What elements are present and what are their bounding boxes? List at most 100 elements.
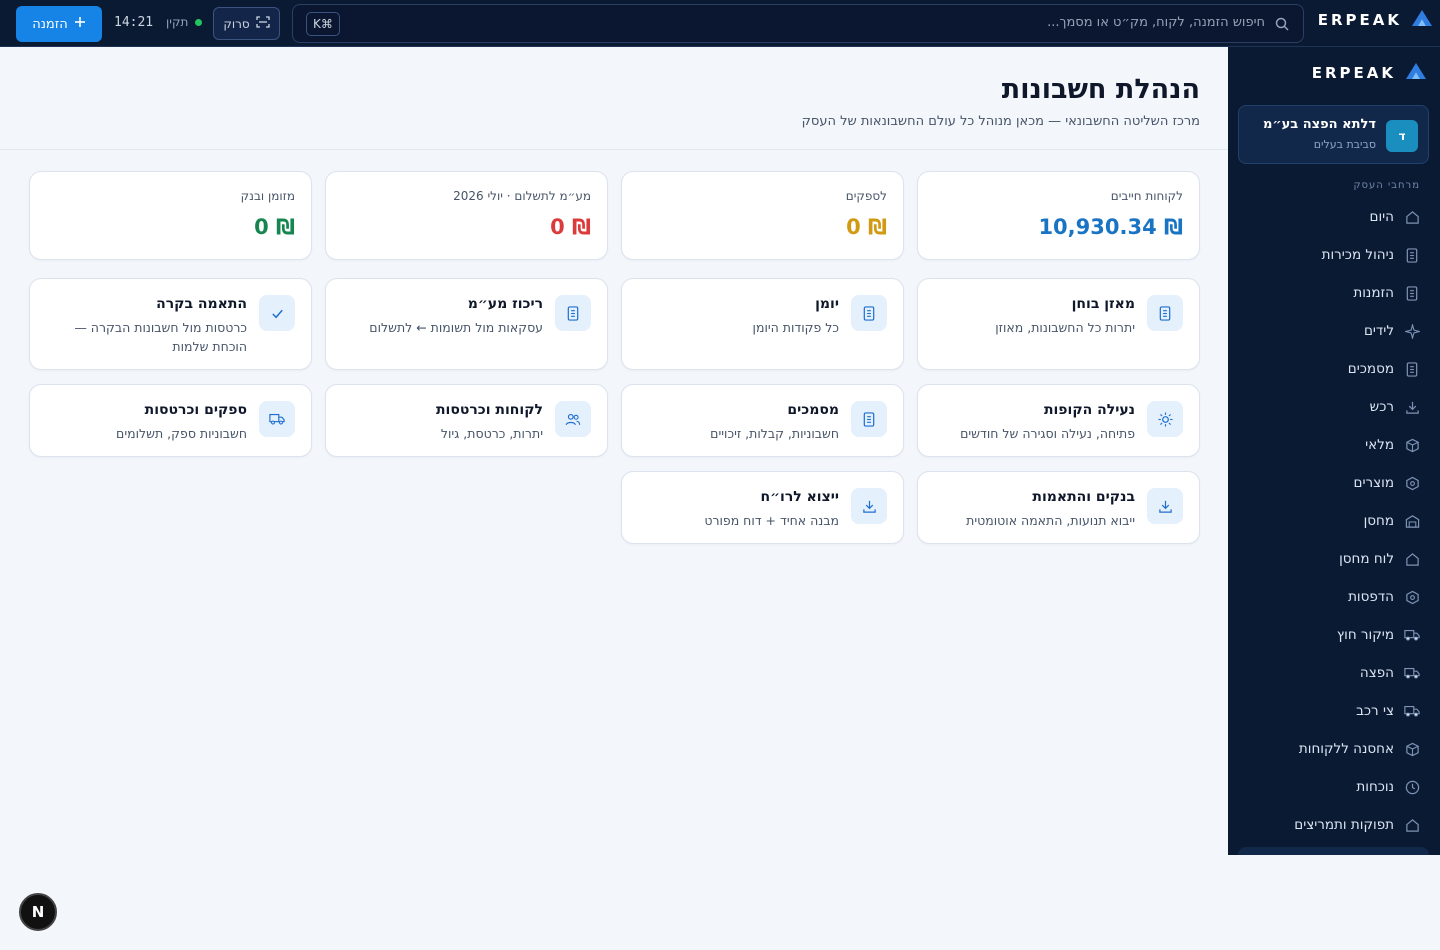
module-description: יתרות כל החשבונות, מאוזן bbox=[995, 320, 1135, 335]
module-title: ספקים וכרטסות bbox=[144, 402, 247, 418]
sparkle-icon bbox=[1404, 323, 1420, 339]
page-subtitle: מרכז השליטה החשבונאי — מכאן מנוהל כל עול… bbox=[801, 114, 1200, 129]
module-card[interactable]: נעילה הקופות פתיחה, נעילה וסגירה של חודשי… bbox=[917, 384, 1200, 457]
module-description: חשבוניות ספק, תשלומים bbox=[116, 426, 247, 441]
sidebar-item[interactable]: היום bbox=[1228, 198, 1440, 236]
sidebar-item[interactable]: תפוקות ותמריצים bbox=[1228, 806, 1440, 844]
sidebar-item[interactable]: רכש bbox=[1228, 388, 1440, 426]
status-indicator: תקין bbox=[166, 15, 203, 29]
module-title: בנקים והתאמות bbox=[1032, 489, 1135, 505]
next-dev-button[interactable]: N bbox=[19, 893, 57, 931]
box-icon bbox=[1404, 437, 1420, 453]
module-title: התאמה בקרה bbox=[156, 296, 247, 312]
sidebar-item[interactable]: לידים bbox=[1228, 312, 1440, 350]
brand[interactable]: ERPEAK bbox=[1318, 10, 1432, 30]
scan-label: סרוק bbox=[223, 16, 250, 31]
module-title: מסמכים bbox=[787, 402, 839, 418]
module-card[interactable]: ריכוז מע״מ עסקאות מול תשומות ← לתשלום bbox=[325, 278, 608, 370]
module-description: יתרות, כרטסת, גיול bbox=[440, 426, 543, 441]
sidebar-item[interactable]: מיקור חוץ bbox=[1228, 616, 1440, 654]
status-dot bbox=[195, 18, 203, 26]
module-card[interactable]: לקוחות וכרטסות יתרות, כרטסת, גיול bbox=[325, 384, 608, 457]
sidebar-item-label: צי רכב bbox=[1356, 703, 1394, 719]
sidebar-item[interactable]: נוכחות bbox=[1228, 768, 1440, 806]
module-description: פתיחה, נעילה וסגירה של חודשים bbox=[960, 426, 1135, 441]
home-icon bbox=[1404, 817, 1420, 833]
module-description: עסקאות מול תשומות ← לתשלום bbox=[369, 320, 543, 335]
sidebar-item[interactable]: מלאי bbox=[1228, 426, 1440, 464]
sidebar-item[interactable]: מסמכים bbox=[1228, 350, 1440, 388]
truck-icon bbox=[1404, 665, 1420, 681]
stat-label: לספקים bbox=[845, 189, 887, 203]
sidebar-item[interactable]: אחסנה ללקוחות bbox=[1228, 730, 1440, 768]
module-title: ריכוז מע״מ bbox=[467, 296, 543, 312]
check-icon bbox=[259, 295, 295, 331]
module-card[interactable]: יומן כל פקודות היומן bbox=[621, 278, 904, 370]
stat-card-suppliers[interactable]: לספקים ₪ 0 bbox=[621, 171, 904, 260]
stat-card-receivables[interactable]: לקוחות חייבים ₪ 10,930.34 bbox=[917, 171, 1200, 260]
search-icon bbox=[1275, 16, 1289, 35]
sidebar-item[interactable]: לוח מחסן bbox=[1228, 540, 1440, 578]
stat-value: ₪ 0 bbox=[254, 215, 295, 239]
truck-icon bbox=[1404, 627, 1420, 643]
stat-label: מזומן ובנק bbox=[240, 189, 295, 203]
sidebar-active-item[interactable] bbox=[1238, 847, 1429, 855]
stat-value: ₪ 0 bbox=[550, 215, 591, 239]
sidebar-item[interactable]: הפצה bbox=[1228, 654, 1440, 692]
sidebar-nav: היום ניהול מכירות הזמנות לידים מסמכים רכש מלאי… bbox=[1228, 198, 1440, 844]
module-description: מבנה אחיד + דוח מפורט bbox=[704, 513, 839, 528]
scan-button[interactable]: סרוק bbox=[213, 7, 280, 40]
brand-name: ERPEAK bbox=[1317, 11, 1402, 29]
sidebar-item-label: מיקור חוץ bbox=[1336, 627, 1394, 643]
module-card[interactable]: ייצוא לרו״ח מבנה אחיד + דוח מפורט bbox=[621, 471, 904, 544]
org-switcher[interactable]: ד דלתא הפצה בע״מ סביבת בעלים bbox=[1238, 105, 1429, 164]
new-order-button[interactable]: הזמנה bbox=[16, 6, 102, 42]
search-bar[interactable]: חיפוש הזמנה, לקוח, מק״ט או מסמך... K⌘ bbox=[292, 4, 1304, 43]
sidebar-item[interactable]: מוצרים bbox=[1228, 464, 1440, 502]
download-icon bbox=[851, 488, 887, 524]
module-description: כל פקודות היומן bbox=[752, 320, 839, 335]
module-card[interactable]: התאמה בקרה כרטסות מול חשבונות הבקרה — הוכ… bbox=[29, 278, 312, 370]
status-label: תקין bbox=[166, 15, 189, 29]
sidebar-item[interactable]: מחסן bbox=[1228, 502, 1440, 540]
sidebar-item-label: הדפסות bbox=[1348, 589, 1394, 605]
document-icon bbox=[1404, 361, 1420, 377]
truck-icon bbox=[1404, 703, 1420, 719]
module-description: כרטסות מול חשבונות הבקרה — הוכחת שלמות bbox=[74, 320, 247, 354]
module-description: חשבוניות, קבלות, זיכויים bbox=[710, 426, 839, 441]
module-card[interactable]: מסמכים חשבוניות, קבלות, זיכויים bbox=[621, 384, 904, 457]
sidebar-item-label: נוכחות bbox=[1356, 779, 1394, 795]
sidebar-brand[interactable]: ERPEAK bbox=[1312, 63, 1426, 83]
org-name: דלתא הפצה בע״מ bbox=[1262, 117, 1376, 132]
erpeak-logo-icon bbox=[1412, 10, 1432, 30]
module-card[interactable]: ספקים וכרטסות חשבוניות ספק, תשלומים bbox=[29, 384, 312, 457]
sidebar-item[interactable]: הדפסות bbox=[1228, 578, 1440, 616]
sidebar-item[interactable]: צי רכב bbox=[1228, 692, 1440, 730]
top-bar: ERPEAK חיפוש הזמנה, לקוח, מק״ט או מסמך..… bbox=[0, 0, 1440, 47]
sun-icon bbox=[1147, 401, 1183, 437]
module-card[interactable]: מאזן בוחן יתרות כל החשבונות, מאוזן bbox=[917, 278, 1200, 370]
search-placeholder: חיפוש הזמנה, לקוח, מק״ט או מסמך... bbox=[1047, 15, 1265, 30]
sidebar-item-label: תפוקות ותמריצים bbox=[1294, 817, 1394, 833]
clock-icon bbox=[1404, 779, 1420, 795]
stat-card-vat[interactable]: מע״מ לתשלום · יולי 2026 ₪ 0 bbox=[325, 171, 608, 260]
document-icon bbox=[555, 295, 591, 331]
download-icon bbox=[1404, 399, 1420, 415]
stat-card-cash[interactable]: מזומן ובנק ₪ 0 bbox=[29, 171, 312, 260]
hexagon-icon bbox=[1404, 589, 1420, 605]
org-role: סביבת בעלים bbox=[1313, 138, 1376, 151]
sidebar-item-label: רכש bbox=[1369, 399, 1394, 415]
section-label: מרחבי העסק bbox=[1353, 180, 1420, 191]
plus-icon bbox=[74, 16, 86, 32]
stat-label: מע״מ לתשלום · יולי 2026 bbox=[453, 189, 591, 203]
warehouse-icon bbox=[1404, 513, 1420, 529]
sidebar-item[interactable]: הזמנות bbox=[1228, 274, 1440, 312]
page-title: הנהלת חשבונות bbox=[1001, 74, 1200, 105]
sidebar-item[interactable]: ניהול מכירות bbox=[1228, 236, 1440, 274]
org-avatar: ד bbox=[1386, 120, 1418, 152]
sidebar-item-label: אחסנה ללקוחות bbox=[1298, 741, 1394, 757]
module-title: מאזן בוחן bbox=[1071, 296, 1135, 312]
new-order-label: הזמנה bbox=[32, 16, 68, 32]
module-card[interactable]: בנקים והתאמות ייבוא תנועות, התאמה אוטומטי… bbox=[917, 471, 1200, 544]
stat-label: לקוחות חייבים bbox=[1110, 189, 1183, 203]
